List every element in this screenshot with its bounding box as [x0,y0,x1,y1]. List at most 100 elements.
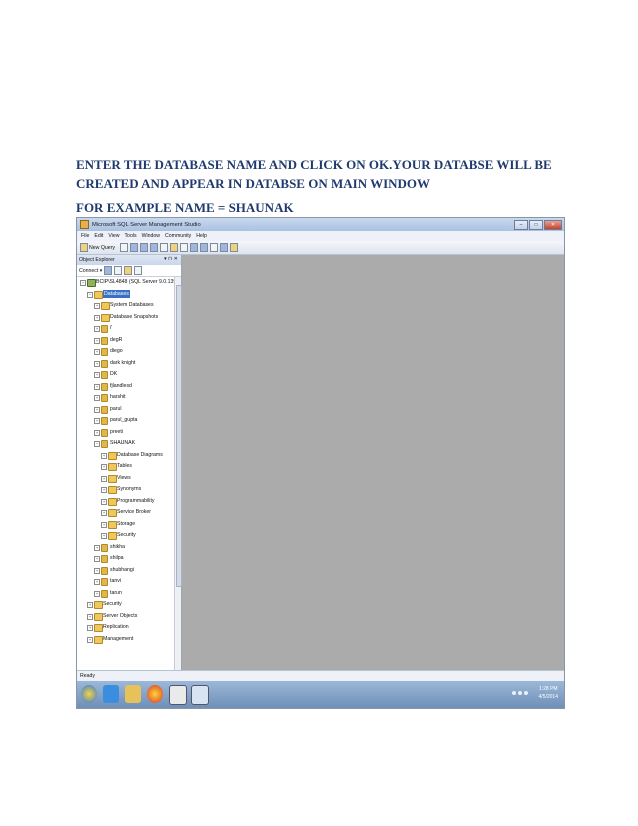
tree-node[interactable]: + tarun [77,588,174,600]
expand-icon[interactable]: + [94,418,100,424]
expand-icon[interactable]: + [94,314,100,321]
tree-node[interactable]: + Views [77,473,174,485]
new-query-button[interactable]: New Query [80,243,115,252]
tree-node[interactable]: − SHAUNAK [77,438,174,450]
filter-icon[interactable] [134,266,143,275]
tree-node[interactable]: + System Databases [77,300,174,312]
expand-icon[interactable]: + [94,590,100,597]
tree-node[interactable]: − BCIP\SL4848 (SQL Server 9.0.1399 - MAST… [77,277,174,289]
expand-icon[interactable]: + [101,464,107,470]
expand-icon[interactable]: + [94,337,100,344]
toolbar-icon[interactable] [179,243,188,252]
expand-icon[interactable]: + [94,326,100,332]
tree-node[interactable]: + Programmability [77,496,174,508]
tree-node[interactable]: + Database Diagrams [77,450,174,462]
tree-node[interactable]: + Security [77,530,174,542]
tree-node[interactable]: + Tables [77,461,174,473]
expand-icon[interactable]: + [101,452,107,459]
collapse-icon[interactable]: − [94,441,100,447]
connect-button[interactable]: Connect ▾ [79,268,102,274]
tree-node[interactable]: + Synonyms [77,484,174,496]
menu-window[interactable]: Window [142,233,160,239]
expand-icon[interactable]: + [94,567,100,574]
expand-icon[interactable]: + [94,579,100,585]
tree-node[interactable]: + Database Snapshots [77,312,174,324]
tree-vertical-scrollbar[interactable] [174,277,182,681]
toolbar-icon[interactable] [149,243,158,252]
collapse-icon[interactable]: − [87,291,93,298]
tree-node[interactable]: + Server Objects [77,611,174,623]
notepad-icon[interactable] [169,685,187,705]
tree-node[interactable]: + tanvi [77,576,174,588]
refresh-icon[interactable] [124,266,133,275]
file-explorer-icon[interactable] [125,685,141,703]
disconnect-icon[interactable] [114,266,123,275]
toolbar-icon[interactable] [229,243,238,252]
tree-node[interactable]: + shubhangi [77,565,174,577]
expand-icon[interactable]: + [101,510,107,516]
tree-node[interactable]: + Security [77,599,174,611]
toolbar-icon[interactable] [199,243,208,252]
expand-icon[interactable]: + [87,625,93,631]
tree-node[interactable]: + fjlandlesd [77,381,174,393]
toolbar-icon[interactable] [159,243,168,252]
toolbar-icon[interactable] [129,243,138,252]
expand-icon[interactable]: + [94,406,100,413]
tree-node[interactable]: + parul [77,404,174,416]
menu-community[interactable]: Community [165,233,191,239]
toolbar-icon[interactable] [219,243,228,252]
toolbar-icon[interactable] [209,243,218,252]
expand-icon[interactable]: + [101,521,107,528]
expand-icon[interactable]: + [101,533,107,539]
tree-node[interactable]: + dark knight [77,358,174,370]
menu-tools[interactable]: Tools [124,233,136,239]
tree-node[interactable]: + shikha [77,542,174,554]
tree-node[interactable]: + i' [77,323,174,335]
menu-file[interactable]: File [81,233,89,239]
expand-icon[interactable]: + [94,556,100,562]
expand-icon[interactable]: + [94,372,100,378]
expand-icon[interactable]: + [94,395,100,401]
tray-icon[interactable] [518,691,522,695]
menu-edit[interactable]: Edit [94,233,103,239]
menu-view[interactable]: View [108,233,119,239]
tray-icon[interactable] [512,691,516,695]
expand-icon[interactable]: + [87,636,93,643]
tree-node[interactable]: + preeti [77,427,174,439]
expand-icon[interactable]: + [101,475,107,482]
close-button[interactable]: ✕ [544,220,562,230]
toolbar-icon[interactable] [189,243,198,252]
expand-icon[interactable]: + [101,487,107,493]
tree-node[interactable]: + diego [77,346,174,358]
tree-node[interactable]: + harshit [77,392,174,404]
expand-icon[interactable]: + [94,429,100,436]
collapse-icon[interactable]: − [80,280,86,286]
taskbar-clock[interactable]: 1:28 PM 4/5/2014 [539,685,558,701]
tree-node[interactable]: + Service Broker [77,507,174,519]
tree-node[interactable]: + shilpa [77,553,174,565]
expand-icon[interactable]: + [94,544,100,551]
tree-node[interactable]: + degR [77,335,174,347]
expand-icon[interactable]: + [101,498,107,505]
toolbar-icon[interactable] [139,243,148,252]
tree-node[interactable]: + DK [77,369,174,381]
expand-icon[interactable]: + [94,383,100,390]
expand-icon[interactable]: + [94,360,100,367]
ssms-taskbar-icon[interactable] [191,685,209,705]
expand-icon[interactable]: + [87,613,93,620]
tree-node[interactable]: + Storage [77,519,174,531]
menu-help[interactable]: Help [196,233,207,239]
minimize-button[interactable]: – [514,220,528,230]
expand-icon[interactable]: + [87,602,93,608]
tree-node[interactable]: + parul_gupta [77,415,174,427]
tree-node[interactable]: − Databases [77,289,174,301]
tray-icon[interactable] [524,691,528,695]
chrome-icon[interactable] [147,685,163,703]
connect-icon[interactable] [104,266,113,275]
internet-explorer-icon[interactable] [103,685,119,703]
panel-controls[interactable]: ▾ ⊓ ✕ [164,256,178,262]
toolbar-icon[interactable] [119,243,128,252]
expand-icon[interactable]: + [94,303,100,309]
expand-icon[interactable]: + [94,349,100,355]
toolbar-icon[interactable] [169,243,178,252]
